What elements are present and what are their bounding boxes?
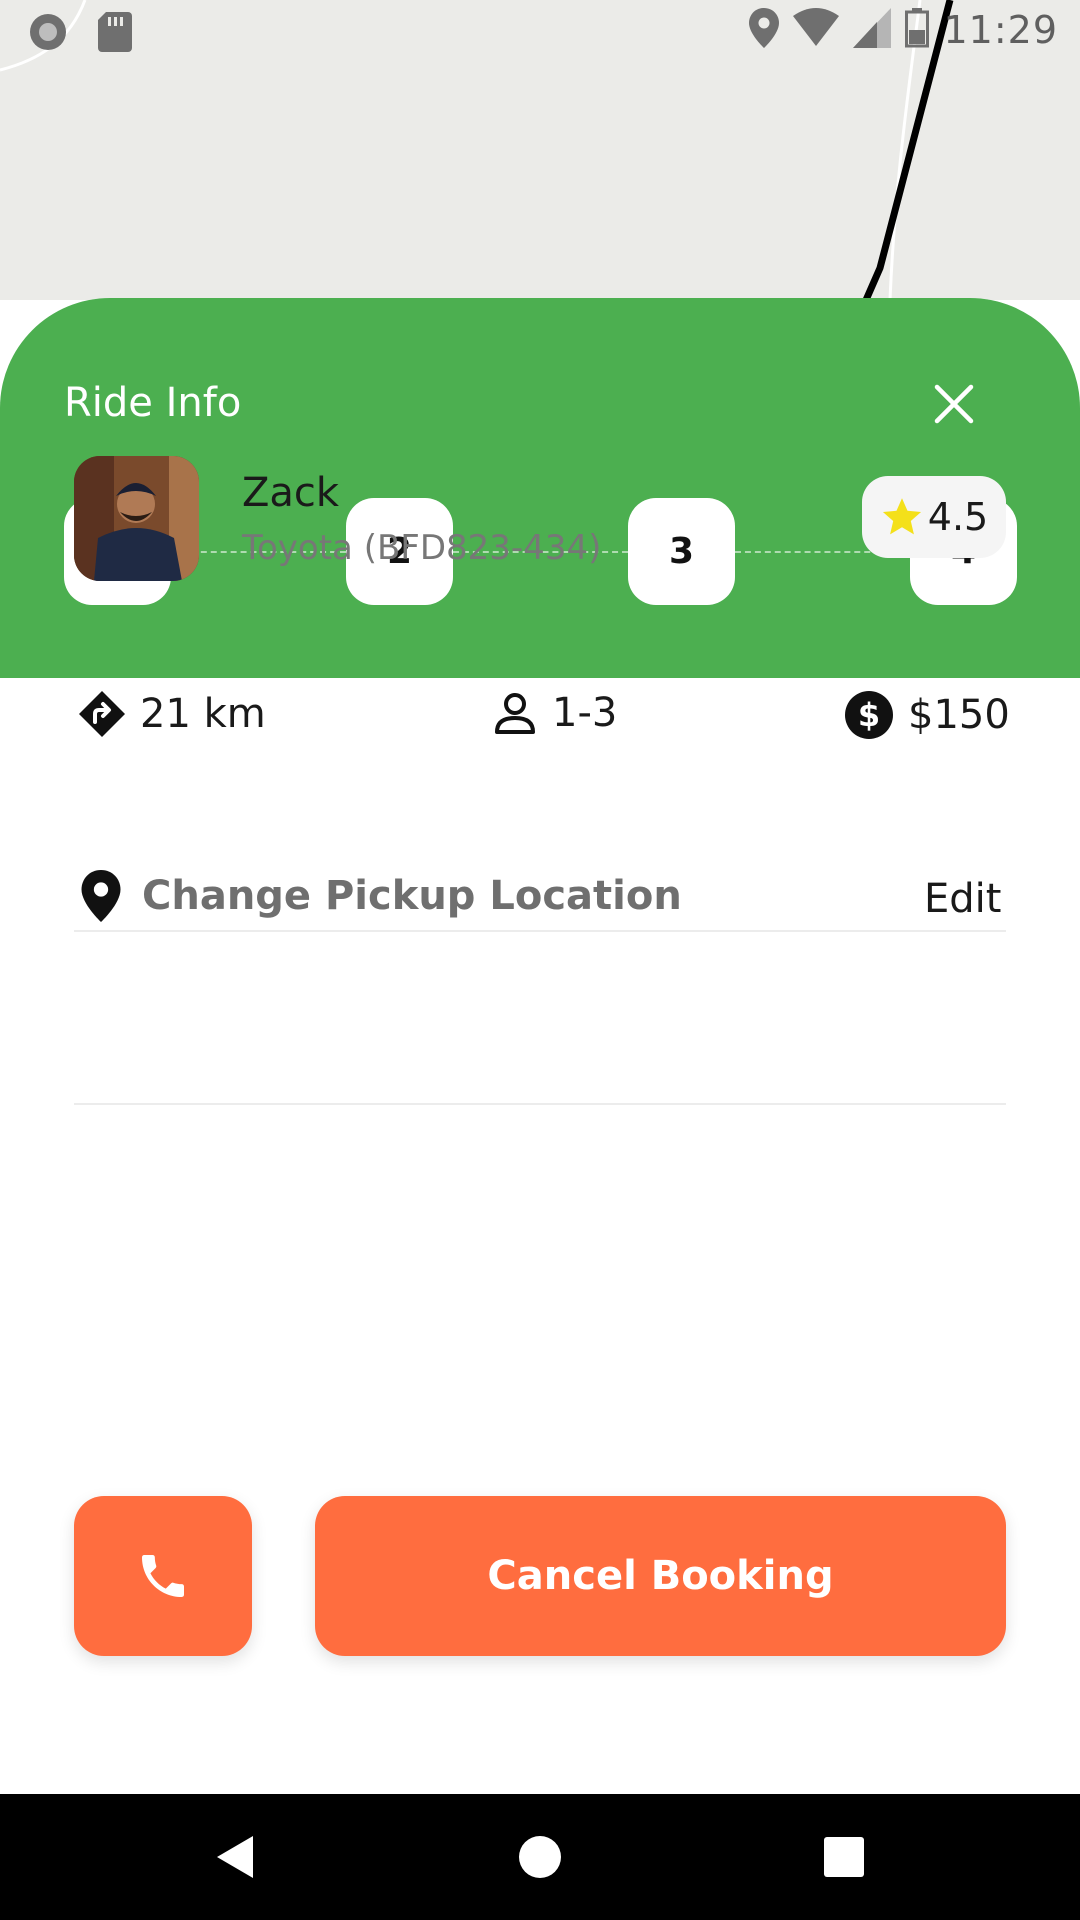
battery-icon [905, 8, 930, 52]
wifi-icon [793, 8, 840, 52]
signal-icon [853, 8, 892, 52]
passengers-value: 1-3 [552, 690, 618, 736]
pickup-location-label: Change Pickup Location [142, 873, 682, 919]
driver-avatar [74, 456, 199, 581]
back-button[interactable] [211, 1832, 261, 1882]
pickup-location-row: Change Pickup Location [78, 870, 682, 922]
divider [74, 930, 1006, 932]
sd-card-icon [98, 12, 132, 56]
distance-stat: 21 km [78, 690, 266, 738]
dollar-icon: $ [845, 691, 893, 739]
cancel-booking-button[interactable]: Cancel Booking [315, 1496, 1006, 1656]
system-nav-bar [0, 1794, 1080, 1920]
distance-value: 21 km [140, 691, 266, 737]
recents-button[interactable] [819, 1832, 869, 1882]
close-button[interactable] [928, 378, 980, 430]
passengers-stat: 1-3 [492, 690, 617, 736]
call-driver-button[interactable] [74, 1496, 252, 1656]
status-bar: 11:29 [0, 0, 1080, 63]
home-button[interactable] [515, 1832, 565, 1882]
star-icon [882, 498, 921, 535]
rating-value: 4.5 [927, 495, 989, 539]
driver-rating-badge: 4.5 [862, 476, 1006, 558]
divider [74, 1103, 1006, 1105]
close-icon [934, 384, 974, 424]
price-value: $150 [908, 692, 1010, 738]
location-pin-icon [81, 870, 121, 922]
status-time: 11:29 [943, 8, 1058, 52]
back-icon [217, 1836, 253, 1878]
person-icon [495, 693, 535, 734]
directions-icon [79, 691, 125, 737]
location-icon [749, 8, 780, 52]
step-3[interactable]: 3 [628, 498, 735, 605]
driver-vehicle: Toyota (BFD823-434) [242, 528, 602, 568]
home-icon [519, 1836, 561, 1878]
recents-icon [824, 1837, 864, 1877]
edit-pickup-button[interactable]: Edit [924, 876, 1001, 922]
driver-name: Zack [242, 470, 340, 516]
svg-text:$: $ [858, 696, 880, 734]
header-title: Ride Info [64, 380, 242, 426]
record-icon [28, 12, 68, 56]
price-stat: $ $150 [844, 690, 1010, 740]
phone-icon [142, 1555, 184, 1597]
